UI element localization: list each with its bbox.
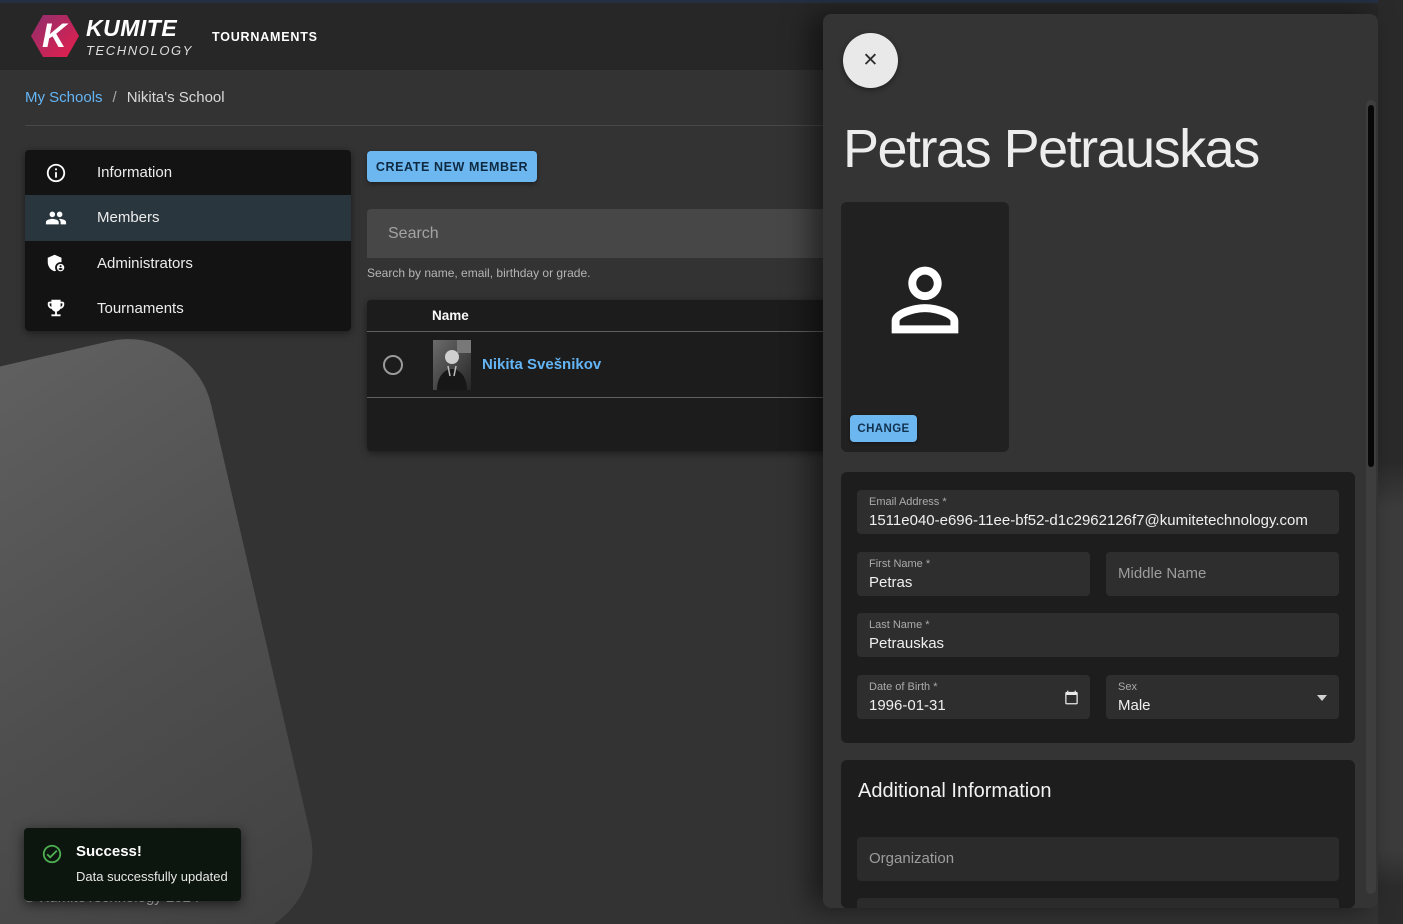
app-screen: K KUMITE TECHNOLOGY TOURNAMENTS My Schoo… — [0, 0, 1403, 924]
member-detail-drawer: ✕ Petras Petrauskas CHANGE Email Address… — [823, 14, 1378, 908]
middle-name-placeholder: Middle Name — [1118, 552, 1206, 596]
chevron-down-icon — [1317, 695, 1327, 701]
sidebar-item-label: Members — [97, 209, 160, 226]
brand-text: KUMITE TECHNOLOGY — [86, 15, 193, 58]
first-name-label: First Name * — [869, 558, 930, 570]
last-name-field[interactable]: Last Name * Petrauskas — [857, 613, 1339, 657]
sidebar-item-label: Information — [97, 164, 172, 181]
first-name-field[interactable]: First Name * Petras — [857, 552, 1090, 596]
sex-select[interactable]: Sex Male — [1106, 675, 1339, 719]
sex-value: Male — [1118, 697, 1151, 714]
member-name-link[interactable]: Nikita Svešnikov — [482, 356, 601, 373]
date-of-birth-label: Date of Birth * — [869, 681, 937, 693]
member-photo-card: CHANGE — [841, 202, 1009, 452]
member-detail-title: Petras Petrauskas — [843, 118, 1259, 180]
sidebar-item-tournaments[interactable]: Tournaments — [25, 286, 351, 331]
brand-name: KUMITE — [86, 15, 193, 42]
organization-placeholder: Organization — [869, 837, 954, 881]
nav-tournaments[interactable]: TOURNAMENTS — [212, 3, 318, 70]
sex-label: Sex — [1118, 681, 1137, 693]
search-hint: Search by name, email, birthday or grade… — [367, 266, 590, 280]
brand-subtitle: TECHNOLOGY — [86, 43, 193, 58]
toast-title: Success! — [76, 843, 142, 860]
toast-message: Data successfully updated — [76, 869, 228, 884]
organization-field[interactable]: Organization — [857, 837, 1339, 881]
breadcrumb-current-school: Nikita's School — [127, 89, 225, 106]
change-photo-button[interactable]: CHANGE — [850, 415, 917, 442]
personal-info-card: Email Address * 1511e040-e696-11ee-bf52-… — [841, 472, 1355, 743]
school-sidebar: Information Members Administrators Tourn… — [25, 150, 351, 331]
email-label: Email Address * — [869, 496, 947, 508]
last-name-value: Petrauskas — [869, 635, 944, 652]
info-icon — [45, 162, 67, 184]
check-circle-icon — [41, 843, 63, 865]
nav-tournaments-label: TOURNAMENTS — [212, 30, 318, 44]
close-icon: ✕ — [863, 49, 879, 72]
members-icon — [45, 207, 67, 229]
kumite-logo-icon[interactable]: K — [30, 13, 80, 64]
partially-visible-field[interactable] — [857, 898, 1339, 908]
calendar-icon[interactable] — [1064, 690, 1079, 705]
middle-name-field[interactable]: Middle Name — [1106, 552, 1339, 596]
sidebar-item-administrators[interactable]: Administrators — [25, 241, 351, 286]
breadcrumb-my-schools[interactable]: My Schools — [25, 89, 103, 106]
success-toast: Success! Data successfully updated — [24, 828, 241, 901]
additional-info-card: Additional Information Organization — [841, 760, 1355, 908]
breadcrumb-separator: / — [113, 89, 117, 106]
trophy-icon — [45, 297, 67, 319]
admin-shield-icon — [45, 252, 67, 274]
sidebar-item-label: Tournaments — [97, 300, 184, 317]
column-header-name: Name — [432, 308, 469, 323]
date-of-birth-value: 1996-01-31 — [869, 697, 946, 714]
sidebar-item-label: Administrators — [97, 255, 193, 272]
email-value: 1511e040-e696-11ee-bf52-d1c2962126f7@kum… — [869, 512, 1308, 529]
date-of-birth-field[interactable]: Date of Birth * 1996-01-31 — [857, 675, 1090, 719]
sidebar-item-members[interactable]: Members — [25, 195, 351, 240]
sidebar-item-information[interactable]: Information — [25, 150, 351, 195]
row-radio-button[interactable] — [383, 355, 403, 375]
close-drawer-button[interactable]: ✕ — [843, 33, 898, 88]
person-placeholder-icon — [875, 250, 975, 350]
breadcrumb: My Schools / Nikita's School — [25, 89, 225, 106]
additional-info-title: Additional Information — [858, 780, 1051, 803]
drawer-scrollbar-thumb[interactable] — [1368, 105, 1374, 467]
member-avatar — [433, 340, 471, 390]
background-right-strip — [1378, 0, 1403, 924]
email-field[interactable]: Email Address * 1511e040-e696-11ee-bf52-… — [857, 490, 1339, 534]
last-name-label: Last Name * — [869, 619, 930, 631]
first-name-value: Petras — [869, 574, 912, 591]
create-new-member-button[interactable]: CREATE NEW MEMBER — [367, 151, 537, 182]
svg-text:K: K — [42, 17, 69, 55]
